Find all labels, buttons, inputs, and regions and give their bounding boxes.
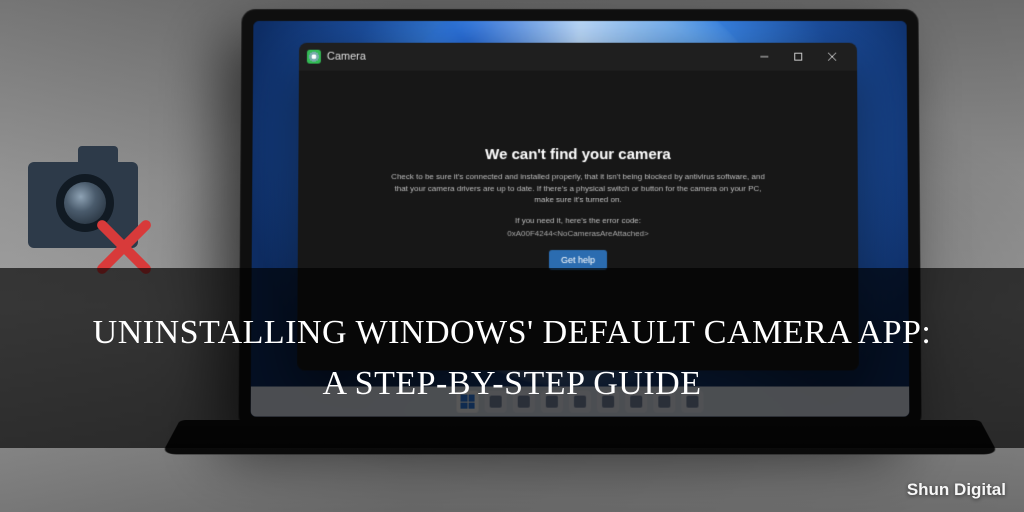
camera-app-icon	[307, 50, 321, 64]
get-help-button[interactable]: Get help	[549, 250, 607, 270]
camera-app-title: Camera	[327, 51, 366, 63]
camera-error-heading: We can't find your camera	[388, 146, 768, 163]
maximize-button[interactable]	[781, 43, 815, 71]
card-title-line2: A STEP-BY-STEP GUIDE	[322, 365, 701, 402]
camera-error-panel: We can't find your camera Check to be su…	[388, 146, 768, 270]
minimize-button[interactable]	[747, 43, 781, 71]
caption-overlay: UNINSTALLING WINDOWS' DEFAULT CAMERA APP…	[0, 268, 1024, 448]
promo-card: Camera We can't	[0, 0, 1024, 512]
camera-error-body: Check to be sure it's connected and inst…	[388, 171, 768, 206]
camera-error-code: 0xA00F4244<NoCamerasAreAttached>	[388, 229, 768, 238]
card-title: UNINSTALLING WINDOWS' DEFAULT CAMERA APP…	[93, 307, 932, 409]
camera-app-titlebar[interactable]: Camera	[299, 43, 857, 71]
card-title-line1: UNINSTALLING WINDOWS' DEFAULT CAMERA APP…	[93, 314, 932, 351]
camera-icon-lens	[64, 182, 106, 224]
minimize-icon	[759, 52, 769, 62]
close-icon	[827, 52, 837, 62]
watermark: Shun Digital	[907, 480, 1006, 500]
close-button[interactable]	[815, 43, 849, 71]
maximize-icon	[793, 52, 803, 62]
camera-error-hint: If you need it, here's the error code:	[388, 216, 768, 225]
